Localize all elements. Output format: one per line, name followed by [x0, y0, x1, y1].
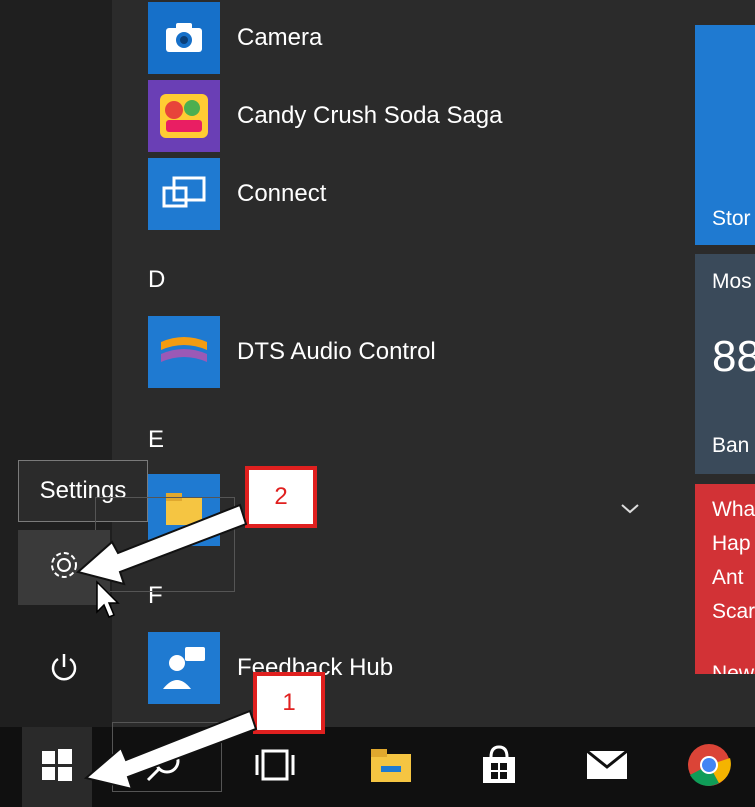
- annotation-arrows: [75, 503, 258, 791]
- arrow-to-settings: [75, 503, 248, 586]
- arrow-to-start: [83, 709, 258, 791]
